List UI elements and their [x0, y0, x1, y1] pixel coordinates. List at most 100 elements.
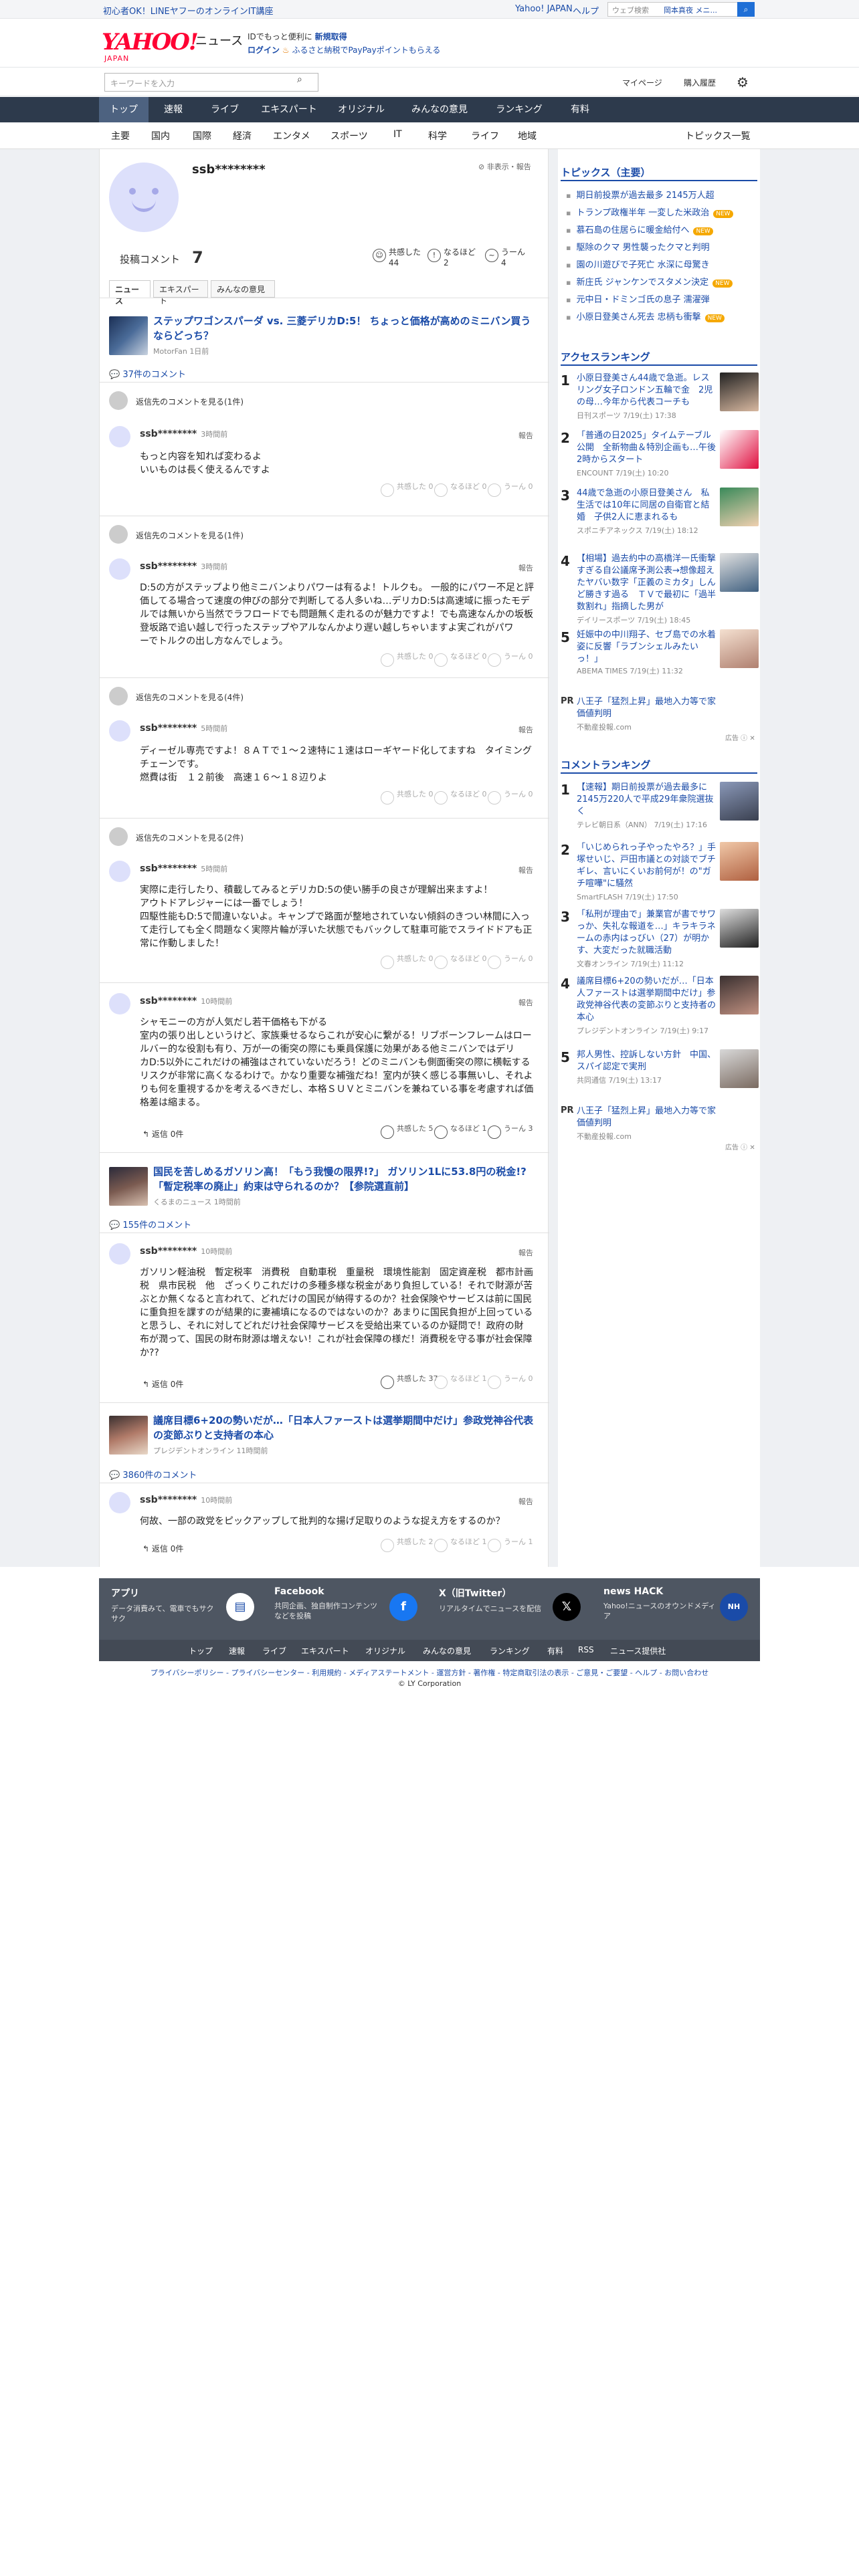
insight-button[interactable]: なるほど 0	[434, 790, 487, 804]
hmm-button[interactable]: うーん 0	[488, 954, 533, 969]
help-link[interactable]: ヘルプ	[573, 4, 599, 17]
topic-item[interactable]: ▪ 元中日・ドミンゴ氏の息子 濡濯弾	[566, 292, 710, 305]
pr-item[interactable]: PR 八王子「猛烈上昇」最地入力等で家価値判明 不動産投報.com	[561, 696, 757, 732]
cat-intl[interactable]: 国際	[193, 129, 211, 142]
insight-button[interactable]: なるほど 0	[434, 482, 487, 497]
cat-domestic[interactable]: 国内	[151, 129, 170, 142]
article-title[interactable]: 国民を苦しめるガソリン高！「もう我慢の限界!?」 ガソリン1Lに53.8円の税金…	[153, 1164, 535, 1194]
signup-link[interactable]: 新規取得	[315, 32, 347, 41]
gnav-expert[interactable]: エキスパート	[252, 97, 326, 122]
agree-button[interactable]: 共感した 37	[381, 1374, 438, 1389]
footer-link[interactable]: ライブ	[262, 1645, 286, 1656]
gnav-opinions[interactable]: みんなの意見	[396, 97, 483, 122]
footer-x[interactable]: X（旧Twitter） リアルタイムでニュースを配信	[439, 1586, 546, 1614]
hmm-button[interactable]: うーん 0	[488, 482, 533, 497]
cat-region[interactable]: 地域	[518, 129, 537, 142]
app-icon[interactable]: ▤	[226, 1593, 254, 1621]
insight-button[interactable]: なるほど 0	[434, 652, 487, 667]
cat-economy[interactable]: 経済	[233, 129, 252, 142]
footer-link[interactable]: RSS	[578, 1645, 594, 1654]
comment-count-link[interactable]: 💬 3860件のコメント	[109, 1468, 197, 1481]
cat-science[interactable]: 科学	[428, 129, 447, 142]
topic-item[interactable]: ▪ 新庄氏 ジャンケンでスタメン決定 NEW	[566, 275, 733, 288]
agree-button[interactable]: 共感した 0	[381, 482, 434, 497]
hmm-button[interactable]: うーん 0	[488, 1374, 533, 1389]
ranking-item[interactable]: 4 議席目標6+20の勢いだが…「日本人ファーストは選挙期間中だけ」参政党神谷代表…	[561, 976, 759, 1043]
facebook-icon[interactable]: f	[389, 1593, 417, 1621]
legal-links[interactable]: プライバシーポリシー - プライバシーセンター - 利用規約 - メディアステー…	[0, 1667, 859, 1678]
agree-button[interactable]: 共感した 0	[381, 652, 434, 667]
gnav-original[interactable]: オリジナル	[326, 97, 396, 122]
cat-life[interactable]: ライフ	[471, 129, 499, 142]
hide-report-link[interactable]: ⊘ 非表示・報告	[478, 161, 531, 172]
ranking-item[interactable]: 5 妊娠中の中川翔子、セブ島での水着姿に反響「ラブンシェルみたいっ！」 ABEMA …	[561, 629, 759, 676]
ranking-item[interactable]: 5 邦人男性、控訴しない方針 中国、スパイ認定で実刑 共同通信 7/19(土) 13…	[561, 1049, 759, 1096]
ranking-item[interactable]: 2 「いじめられっ子やったやろ？」手塚せいじ、戸田市議との対談でブチギレ、言いにく…	[561, 842, 759, 902]
insight-button[interactable]: なるほど 1	[434, 1374, 487, 1389]
footer-link[interactable]: オリジナル	[365, 1645, 405, 1656]
topics-list-link[interactable]: トピックス一覧	[685, 129, 751, 142]
topic-item[interactable]: ▪ 駆除のクマ 男性襲ったクマと判明	[566, 240, 710, 253]
report-link[interactable]: 報告	[518, 724, 533, 735]
insight-button[interactable]: なるほど 0	[434, 954, 487, 969]
ranking-item[interactable]: 1 小原日登美さん44歳で急逝。レスリング女子ロンドン五輪で金 2児の母…今年から…	[561, 372, 759, 426]
report-link[interactable]: 報告	[518, 997, 533, 1008]
newshack-icon[interactable]: NH	[720, 1593, 748, 1621]
hmm-button[interactable]: うーん 0	[488, 790, 533, 804]
comment-count-link[interactable]: 💬 37件のコメント	[109, 367, 186, 380]
yahoo-japan-link[interactable]: Yahoo! JAPAN	[515, 4, 573, 14]
article-thumbnail[interactable]	[109, 1416, 148, 1455]
hmm-button[interactable]: うーん 0	[488, 652, 533, 667]
pr-item[interactable]: PR 八王子「猛烈上昇」最地入力等で家価値判明 不動産投報.com	[561, 1105, 757, 1141]
report-link[interactable]: 報告	[518, 865, 533, 875]
yahoo-logo[interactable]: YAHOO! JAPAN	[102, 29, 199, 63]
cat-sports[interactable]: スポーツ	[330, 129, 368, 142]
insight-button[interactable]: なるほど 1	[434, 1124, 487, 1139]
cat-main[interactable]: 主要	[111, 129, 130, 142]
tab-expert[interactable]: エキスパート	[153, 280, 208, 306]
article-title[interactable]: ステップワゴンスパーダ vs. 三菱デリカD:5！ ちょっと価格が高めのミニバン…	[153, 314, 535, 343]
footer-link[interactable]: トップ	[189, 1645, 213, 1656]
ranking-item[interactable]: 4 【相場】過去約中の高橋洋一氏衝撃すぎる自公議席予測公表→想像超えたヤバい数字「…	[561, 553, 759, 625]
footer-app[interactable]: アプリ データ消費みて、電車でもサクサク	[111, 1586, 218, 1624]
article-thumbnail[interactable]	[109, 316, 148, 355]
report-link[interactable]: 報告	[518, 1496, 533, 1507]
login-link[interactable]: ログイン	[248, 45, 280, 55]
agree-button[interactable]: 共感した 0	[381, 790, 434, 804]
comment-count-link[interactable]: 💬 155件のコメント	[109, 1218, 191, 1230]
reply-button[interactable]: ↰ 返信 0件	[142, 1543, 183, 1554]
topic-item[interactable]: ▪ 園の川遊びで子死亡 水深に母驚き	[566, 257, 710, 270]
tab-opinions[interactable]: みんなの意見	[211, 280, 275, 298]
gnav-top[interactable]: トップ	[99, 97, 149, 122]
topic-item[interactable]: ▪ トランプ政権半年 一変した米政治 NEW	[566, 205, 733, 218]
footer-link[interactable]: エキスパート	[301, 1645, 349, 1656]
hmm-button[interactable]: うーん 3	[488, 1124, 533, 1139]
keyword-input[interactable]: キーワードを入力	[104, 73, 318, 92]
gnav-ranking[interactable]: ランキング	[483, 97, 555, 122]
topic-item[interactable]: ▪ 小原日登美さん死去 忠柄も衝撃 NEW	[566, 310, 725, 322]
ranking-item[interactable]: 3 44歳で急逝の小原日登美さん 私生活では10年に同居の自衛官と結婚 子供2人に…	[561, 488, 759, 548]
cat-it[interactable]: IT	[393, 129, 402, 140]
furusato-link[interactable]: ふるさと納税でPayPayポイントもらえる	[292, 45, 440, 55]
ranking-item[interactable]: 2 「普通の日2025」タイムテーブル公開 全新物曲＆特別企画も…午後2時からスタ…	[561, 430, 759, 484]
search-icon[interactable]: ⌕	[297, 74, 302, 85]
x-icon[interactable]: 𝕏	[553, 1593, 581, 1621]
agree-button[interactable]: 共感した 0	[381, 954, 434, 969]
gnav-breaking[interactable]: 速報	[149, 97, 198, 122]
report-link[interactable]: 報告	[518, 1247, 533, 1258]
ranking-item[interactable]: 3 「私刑が理由で」兼業官が書でサワっか、失礼な報道を…」キラキラネームの赤内はっ…	[561, 909, 759, 969]
footer-facebook[interactable]: Facebook 共同企画、独自制作コンテンツなどを投稿	[274, 1586, 381, 1621]
search-icon[interactable]: ⌕	[737, 2, 755, 17]
topic-item[interactable]: ▪ 期日前投票が過去最多 2145万人超	[566, 188, 714, 201]
reply-button[interactable]: ↰ 返信 0件	[142, 1378, 183, 1390]
footer-link[interactable]: ランキング	[490, 1645, 530, 1656]
purchase-history-link[interactable]: 購入履歴	[684, 77, 716, 88]
hmm-button[interactable]: うーん 1	[488, 1537, 533, 1552]
footer-newshack[interactable]: news HACK Yahoo!ニュースのオウンドメディア	[603, 1586, 717, 1621]
article-thumbnail[interactable]	[109, 1167, 148, 1206]
footer-link[interactable]: 有料	[547, 1645, 563, 1656]
gnav-paid[interactable]: 有料	[555, 97, 605, 122]
ranking-item[interactable]: 1 【速報】期日前投票が過去最多に2145万220人で平成29年衆院選抜く テレビ朝…	[561, 782, 759, 838]
footer-link[interactable]: みんなの意見	[423, 1645, 471, 1656]
gear-icon[interactable]: ⚙	[737, 74, 749, 90]
